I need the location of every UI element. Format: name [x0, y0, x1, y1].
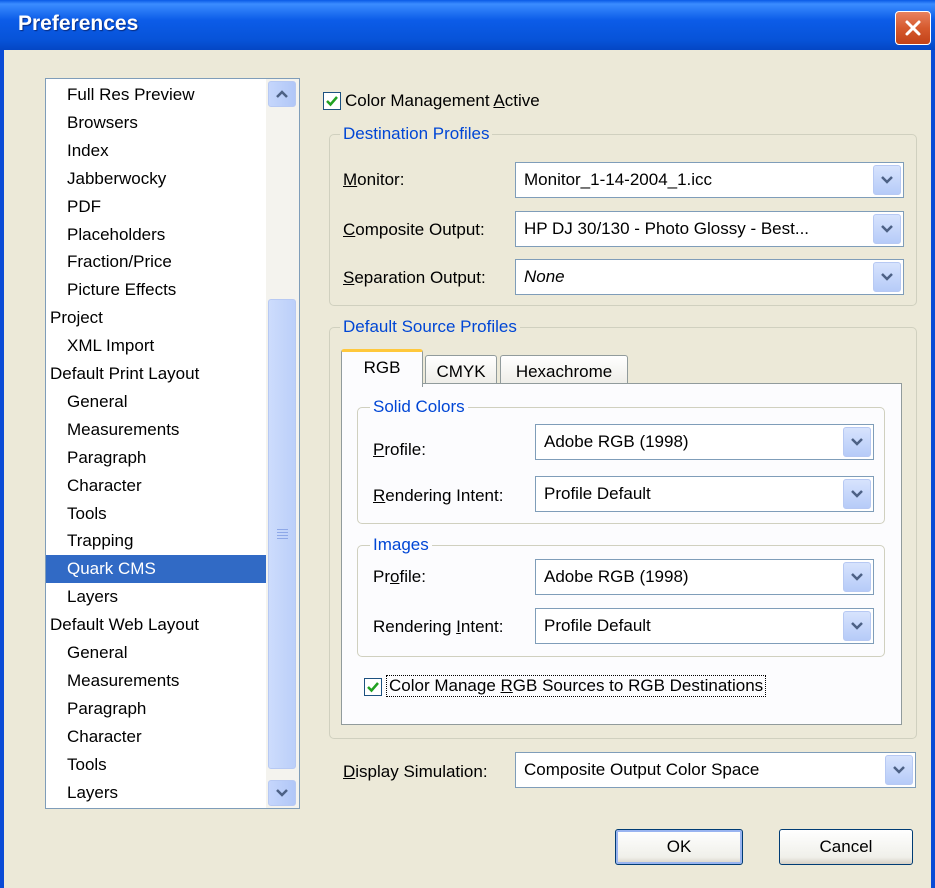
default-source-profiles-legend: Default Source Profiles [340, 317, 520, 337]
sidebar-item[interactable]: Quark CMS [46, 555, 267, 584]
composite-output-label: Composite Output: [343, 220, 485, 239]
scroll-down-button[interactable] [268, 780, 296, 806]
sidebar-item[interactable]: Character [46, 723, 267, 751]
ok-button[interactable]: OK [615, 829, 743, 865]
sidebar-item[interactable]: Measurements [46, 416, 267, 444]
separation-output-label: Separation Output: [343, 268, 486, 287]
close-icon [905, 20, 921, 36]
title-bar[interactable]: Preferences [0, 0, 935, 50]
images-profile-select[interactable]: Adobe RGB (1998) [535, 559, 874, 595]
sidebar-item[interactable]: Browsers [46, 109, 267, 137]
separation-output-select[interactable]: None [515, 259, 904, 295]
dropdown-button[interactable] [843, 562, 871, 592]
cancel-button[interactable]: Cancel [779, 829, 913, 865]
dropdown-button[interactable] [843, 611, 871, 641]
solid-rendering-intent-label: Rendering Intent: [373, 486, 504, 505]
preferences-category-list[interactable]: Full Res Preview Browsers Index Jabberwocky… [45, 78, 300, 809]
sidebar-item[interactable]: General [46, 639, 267, 667]
chevron-down-icon [893, 766, 905, 774]
color-management-active-label[interactable]: Color Management Active [345, 91, 540, 111]
sidebar-item[interactable]: Jabberwocky [46, 165, 267, 193]
sidebar-item[interactable]: Project [46, 304, 267, 332]
sidebar-item[interactable]: Full Res Preview [46, 81, 267, 109]
chevron-down-icon [881, 273, 893, 281]
color-management-active-checkbox[interactable] [323, 92, 341, 110]
sidebar-item[interactable]: Paragraph [46, 444, 267, 472]
chevron-down-icon [851, 438, 863, 446]
monitor-label: Monitor: [343, 170, 405, 189]
scroll-up-button[interactable] [268, 81, 296, 107]
dropdown-button[interactable] [873, 214, 901, 244]
sidebar-item[interactable]: Layers [46, 779, 267, 807]
list-scrollbar[interactable] [266, 79, 299, 808]
solid-colors-legend: Solid Colors [370, 397, 468, 417]
manage-rgb-checkbox[interactable] [364, 678, 382, 696]
sidebar-item[interactable]: Character [46, 472, 267, 500]
close-button[interactable] [895, 11, 931, 45]
sidebar-item[interactable]: Layers [46, 583, 267, 611]
chevron-down-icon [851, 573, 863, 581]
display-simulation-label: Display Simulation: [343, 762, 488, 781]
display-simulation-select[interactable]: Composite Output Color Space [515, 752, 916, 788]
sidebar-item[interactable]: Index [46, 137, 267, 165]
sidebar-item[interactable]: Tools [46, 500, 267, 528]
scroll-thumb[interactable] [268, 299, 296, 769]
sidebar-item[interactable]: General [46, 388, 267, 416]
monitor-profile-select[interactable]: Monitor_1-14-2004_1.icc [515, 162, 904, 198]
checkmark-icon [367, 682, 379, 693]
images-rendering-intent-label: Rendering Intent: [373, 617, 504, 636]
dropdown-button[interactable] [873, 165, 901, 195]
sidebar-item[interactable]: Paragraph [46, 695, 267, 723]
dropdown-button[interactable] [873, 262, 901, 292]
images-legend: Images [370, 535, 432, 555]
sidebar-item[interactable]: Fraction/Price [46, 248, 267, 276]
sidebar-item[interactable]: PDF [46, 193, 267, 221]
sidebar-item[interactable]: Picture Effects [46, 276, 267, 304]
tab-rgb[interactable]: RGB [341, 349, 423, 387]
destination-profiles-legend: Destination Profiles [340, 124, 493, 144]
sidebar-item[interactable]: Default Web Layout [46, 611, 267, 639]
chevron-up-icon [276, 90, 288, 98]
sidebar-item[interactable]: Trapping [46, 527, 267, 555]
sidebar-item[interactable]: XML Import [46, 332, 267, 360]
sidebar-item[interactable]: Default Print Layout [46, 360, 267, 388]
solid-rendering-intent-select[interactable]: Profile Default [535, 476, 874, 512]
chevron-down-icon [851, 490, 863, 498]
preferences-window: Preferences Full Res Preview Browsers Inde… [0, 0, 935, 888]
images-profile-label: Profile: [373, 567, 426, 586]
dropdown-button[interactable] [885, 755, 913, 785]
sidebar-item[interactable]: Measurements [46, 667, 267, 695]
sidebar-item[interactable]: Tools [46, 751, 267, 779]
checkmark-icon [326, 96, 338, 107]
composite-output-select[interactable]: HP DJ 30/130 - Photo Glossy - Best... [515, 211, 904, 247]
dropdown-button[interactable] [843, 427, 871, 457]
images-rendering-intent-select[interactable]: Profile Default [535, 608, 874, 644]
solid-profile-label: Profile: [373, 440, 426, 459]
chevron-down-icon [851, 622, 863, 630]
dropdown-button[interactable] [843, 479, 871, 509]
solid-profile-select[interactable]: Adobe RGB (1998) [535, 424, 874, 460]
chevron-down-icon [881, 176, 893, 184]
chevron-down-icon [276, 789, 288, 797]
manage-rgb-label[interactable]: Color Manage RGB Sources to RGB Destinat… [386, 675, 767, 697]
window-title: Preferences [18, 12, 139, 35]
chevron-down-icon [881, 225, 893, 233]
sidebar-item[interactable]: Placeholders [46, 221, 267, 249]
